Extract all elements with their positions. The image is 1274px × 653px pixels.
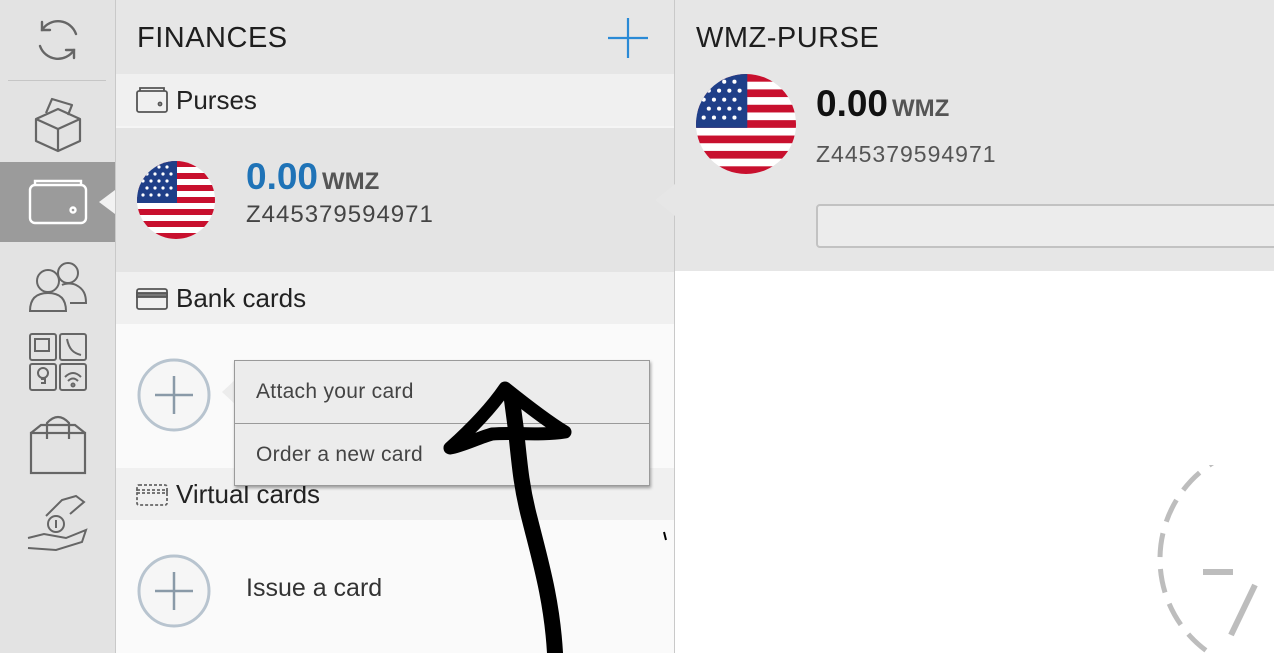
sidebar-item-shop[interactable] [0, 404, 115, 484]
detail-currency: WMZ [892, 95, 950, 122]
finances-panel: FINANCES Purses 0.00 WMZ Z445379594971 B… [116, 0, 675, 653]
loading-spinner-icon [1157, 465, 1258, 653]
add-bank-card-button[interactable] [137, 358, 211, 432]
purse-detail-panel: WMZ-PURSE 0.00 WMZ Z445379594971 [675, 0, 1274, 653]
active-indicator [99, 190, 115, 214]
card-icon [136, 288, 168, 310]
sidebar-item-payments[interactable] [0, 486, 115, 558]
sidebar [0, 0, 116, 653]
services-icon [28, 333, 87, 391]
sidebar-divider [8, 80, 106, 81]
menu-item-label: Order a new card [256, 442, 424, 466]
detail-input-field[interactable] [816, 204, 1274, 248]
detail-balance: 0.00 WMZ [816, 83, 949, 125]
plus-icon[interactable] [606, 16, 650, 60]
us-flag-icon [137, 161, 215, 239]
detail-purse-id: Z445379594971 [816, 141, 997, 167]
finances-header: FINANCES [116, 0, 674, 74]
box-icon [34, 97, 81, 153]
detail-title: WMZ-PURSE [696, 22, 880, 54]
purse-id: Z445379594971 [246, 201, 434, 228]
section-purses: Purses [116, 74, 674, 126]
issue-card-add-icon[interactable] [137, 554, 211, 628]
detail-pointer [655, 184, 675, 216]
sidebar-item-contacts[interactable] [0, 246, 115, 324]
shopping-bag-icon [29, 415, 86, 475]
refresh-icon [38, 20, 77, 60]
us-flag-icon [696, 74, 796, 174]
wallet-icon [28, 179, 87, 225]
purse-detail-header: WMZ-PURSE 0.00 WMZ Z445379594971 [675, 0, 1274, 271]
section-label-bank-cards: Bank cards [176, 282, 307, 313]
sidebar-item-finances[interactable] [0, 162, 115, 242]
purse-amount-value: 0.00 [246, 156, 319, 197]
sidebar-item-box[interactable] [0, 84, 115, 162]
sidebar-item-refresh[interactable] [0, 0, 115, 80]
bank-card-menu: Attach your card Order a new card [234, 360, 650, 486]
detail-amount-value: 0.00 [816, 83, 889, 124]
menu-item-attach-card[interactable]: Attach your card [235, 361, 649, 422]
sidebar-item-services[interactable] [0, 326, 115, 398]
page-title: FINANCES [137, 22, 288, 54]
purse-balance: 0.00 WMZ [246, 156, 379, 198]
menu-item-order-card[interactable]: Order a new card [235, 424, 649, 485]
section-label-purses: Purses [176, 84, 257, 115]
issue-card-label[interactable]: Issue a card [246, 574, 382, 603]
section-bank-cards: Bank cards [116, 272, 674, 324]
virtual-card-icon [136, 484, 168, 506]
contacts-icon [28, 262, 87, 312]
menu-item-label: Attach your card [256, 379, 414, 403]
purse-currency: WMZ [322, 168, 380, 195]
wallet-icon [136, 87, 168, 113]
hand-coin-icon [27, 494, 88, 552]
